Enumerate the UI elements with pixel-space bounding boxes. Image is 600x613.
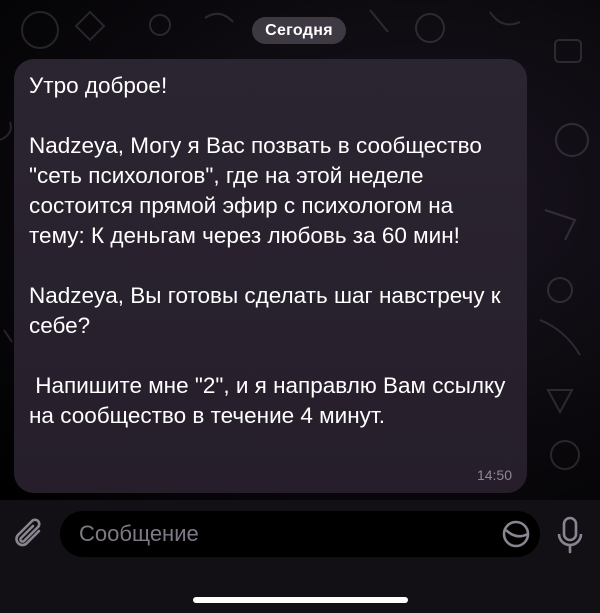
message-input-placeholder: Сообщение — [79, 521, 199, 546]
paperclip-icon — [15, 518, 41, 547]
attach-button[interactable] — [12, 515, 48, 553]
date-separator: Сегодня — [252, 17, 346, 44]
incoming-message-bubble[interactable]: Утро доброе! Nadzeya, Могу я Вас позвать… — [14, 59, 527, 493]
home-indicator[interactable] — [193, 597, 408, 603]
microphone-button[interactable] — [556, 516, 584, 554]
microphone-icon — [557, 516, 583, 554]
message-timestamp: 14:50 — [476, 467, 512, 483]
sticker-button[interactable] — [500, 518, 532, 550]
message-text: Утро доброе! Nadzeya, Могу я Вас позвать… — [29, 73, 506, 428]
sticker-icon — [502, 520, 530, 548]
